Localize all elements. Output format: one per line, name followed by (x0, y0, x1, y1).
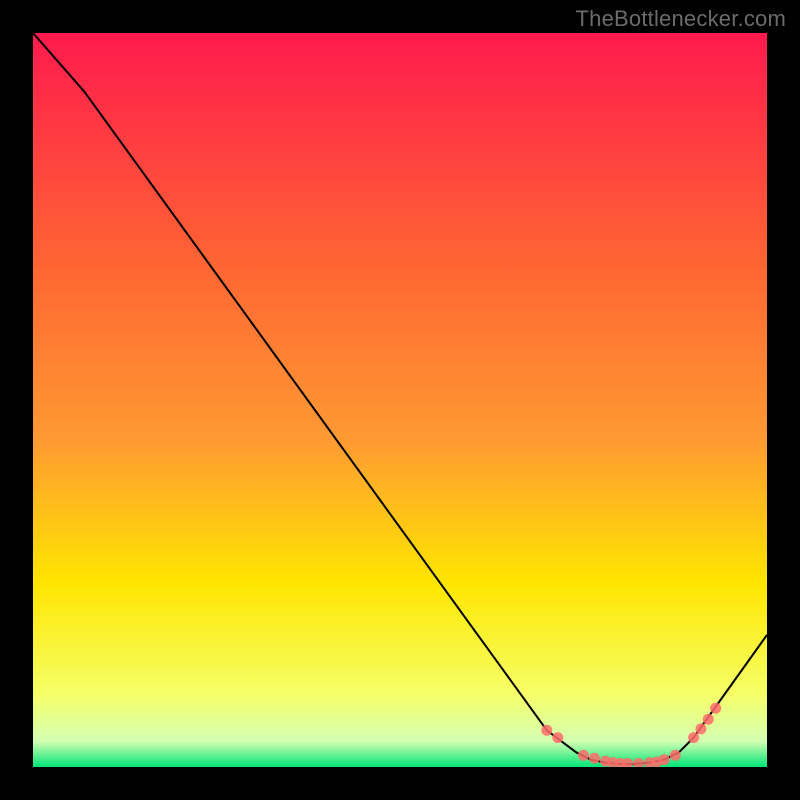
gpu-marker (552, 732, 563, 743)
chart-svg (33, 33, 767, 767)
gpu-marker (710, 703, 721, 714)
gpu-marker (659, 754, 670, 765)
gpu-marker (695, 723, 706, 734)
plot-area (33, 33, 767, 767)
chart-frame: TheBottlenecker.com (0, 0, 800, 800)
gpu-marker (688, 732, 699, 743)
gpu-marker (578, 750, 589, 761)
gpu-marker (703, 714, 714, 725)
gpu-marker (541, 725, 552, 736)
gpu-marker (589, 753, 600, 764)
watermark-text: TheBottlenecker.com (576, 6, 786, 32)
gpu-marker (670, 750, 681, 761)
gradient-background (33, 33, 767, 767)
